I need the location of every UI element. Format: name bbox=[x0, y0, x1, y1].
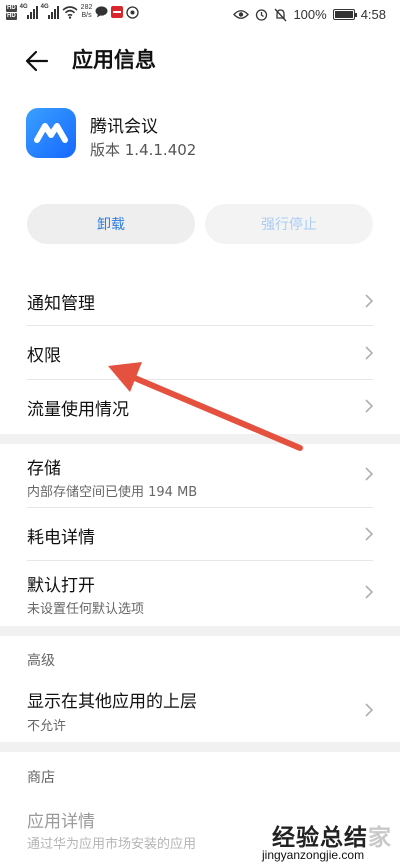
signal-icon: 4G bbox=[40, 4, 59, 19]
chevron-right-icon bbox=[365, 527, 374, 541]
list-item-label: 默认打开 bbox=[27, 576, 95, 596]
signal-label: 4G bbox=[40, 4, 49, 10]
signal-icon: 4G bbox=[19, 4, 38, 19]
hd-badge: HD bbox=[6, 4, 17, 12]
status-bar-right: 100% 4:58 bbox=[233, 7, 386, 22]
divider bbox=[27, 560, 373, 561]
page-title: 应用信息 bbox=[72, 48, 156, 72]
network-speed: 282 B/s bbox=[81, 4, 93, 20]
list-item-label: 通知管理 bbox=[27, 294, 95, 314]
force-stop-button[interactable]: 强行停止 bbox=[205, 204, 373, 244]
default-open-summary: 未设置任何默认选项 bbox=[27, 602, 145, 617]
divider bbox=[27, 325, 373, 326]
list-item-label: 存储 bbox=[27, 459, 61, 479]
list-item-label: 显示在其他应用的上层 bbox=[27, 692, 197, 712]
list-item-data-usage[interactable]: 流量使用情况 bbox=[0, 381, 400, 431]
alarm-icon bbox=[256, 9, 268, 21]
chevron-right-icon bbox=[365, 294, 374, 308]
chevron-right-icon bbox=[365, 467, 374, 481]
wifi-icon bbox=[62, 5, 78, 19]
uninstall-button[interactable]: 卸载 bbox=[27, 204, 195, 244]
signal-label: 4G bbox=[19, 4, 28, 10]
section-header-advanced: 高级 bbox=[27, 653, 55, 669]
section-separator bbox=[0, 742, 400, 752]
mute-icon bbox=[274, 8, 287, 21]
page-header: 应用信息 bbox=[0, 36, 400, 86]
battery-icon bbox=[332, 9, 357, 20]
eye-icon bbox=[233, 10, 250, 19]
status-bar: HD HD 4G 4G 282 B/s 100% 4:58 bbox=[0, 0, 400, 30]
network-speed-value: 282 bbox=[80, 4, 93, 11]
list-item-label: 权限 bbox=[27, 346, 61, 366]
status-bar-left: HD HD 4G 4G 282 B/s bbox=[6, 4, 140, 20]
chevron-right-icon bbox=[365, 346, 374, 360]
divider bbox=[27, 507, 373, 508]
battery-fill bbox=[334, 11, 353, 18]
app-version: 版本 1.4.1.402 bbox=[90, 141, 197, 159]
back-arrow-icon[interactable] bbox=[22, 46, 52, 76]
list-item-notifications[interactable]: 通知管理 bbox=[0, 276, 400, 326]
hotspot-icon bbox=[126, 5, 140, 19]
list-item-label: 应用详情 bbox=[27, 812, 95, 832]
list-item-storage[interactable]: 存储 内部存储空间已使用 194 MB bbox=[0, 444, 400, 506]
watermark-text: 经验总结家 bbox=[272, 818, 392, 852]
watermark-faded: 家 bbox=[368, 825, 392, 851]
chevron-right-icon bbox=[365, 703, 374, 717]
list-item-permissions[interactable]: 权限 bbox=[0, 327, 400, 379]
list-item-label: 流量使用情况 bbox=[27, 400, 129, 420]
overlay-summary: 不允许 bbox=[27, 719, 67, 734]
tencent-meeting-logo-icon bbox=[34, 123, 68, 143]
watermark-url: jingyanzongjie.com bbox=[262, 848, 365, 862]
list-item-battery-usage[interactable]: 耗电详情 bbox=[0, 509, 400, 559]
list-item-label: 耗电详情 bbox=[27, 528, 95, 548]
chevron-right-icon bbox=[365, 585, 374, 599]
app-name: 腾讯会议 bbox=[90, 117, 158, 137]
list-item-default-open[interactable]: 默认打开 未设置任何默认选项 bbox=[0, 562, 400, 624]
storage-summary: 内部存储空间已使用 194 MB bbox=[27, 485, 198, 500]
list-item-display-over-apps[interactable]: 显示在其他应用的上层 不允许 bbox=[0, 676, 400, 740]
network-speed-unit: B/s bbox=[81, 12, 92, 19]
chat-bubble-icon bbox=[95, 6, 108, 18]
section-header-store: 商店 bbox=[27, 770, 55, 786]
section-separator bbox=[0, 434, 400, 444]
clock: 4:58 bbox=[360, 7, 386, 22]
app-icon bbox=[26, 108, 76, 158]
app-notification-icon bbox=[111, 6, 124, 18]
divider bbox=[27, 379, 373, 380]
battery-percent: 100% bbox=[293, 7, 327, 22]
hd-badges: HD HD bbox=[6, 4, 17, 20]
section-separator bbox=[0, 626, 400, 636]
chevron-right-icon bbox=[365, 399, 374, 413]
hd-badge: HD bbox=[6, 12, 17, 20]
app-details-summary: 通过华为应用市场安装的应用 bbox=[27, 837, 197, 852]
